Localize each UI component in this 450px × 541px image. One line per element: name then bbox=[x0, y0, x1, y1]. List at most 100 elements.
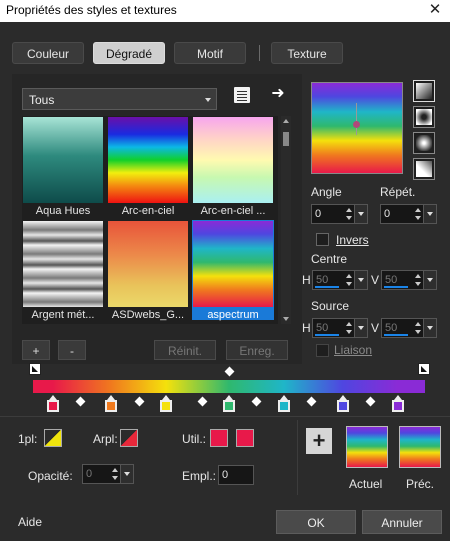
spin-down-icon[interactable] bbox=[112, 476, 118, 480]
repeat-spinner[interactable]: 0 bbox=[380, 204, 437, 224]
first-plan-swatch[interactable] bbox=[44, 429, 62, 447]
tab-couleur[interactable]: Couleur bbox=[12, 42, 84, 64]
divider bbox=[297, 420, 298, 495]
gradient-bar[interactable] bbox=[33, 380, 425, 393]
spin-down-icon[interactable] bbox=[346, 282, 352, 286]
color-stop[interactable] bbox=[336, 395, 350, 412]
centre-h-spinner[interactable]: 50 bbox=[312, 270, 368, 290]
spin-down-icon[interactable] bbox=[346, 216, 352, 220]
stop-color bbox=[393, 402, 402, 410]
add-gradient-button[interactable]: + bbox=[22, 340, 50, 360]
spin-down-icon[interactable] bbox=[346, 330, 352, 334]
centre-h-level bbox=[315, 286, 339, 288]
gradient-swatch bbox=[23, 221, 103, 307]
gradient-thumb-arc-en-ciel[interactable]: Arc-en-ciel bbox=[107, 116, 189, 217]
empl-value: 0 bbox=[222, 469, 229, 481]
color-stop[interactable] bbox=[104, 395, 118, 412]
spin-up-icon[interactable] bbox=[112, 468, 118, 472]
previous-swatch[interactable] bbox=[399, 426, 441, 468]
cancel-button[interactable]: Annuler bbox=[362, 510, 442, 534]
spin-down-icon[interactable] bbox=[415, 282, 421, 286]
dropdown-icon[interactable] bbox=[354, 205, 367, 223]
dropdown-icon[interactable] bbox=[423, 319, 436, 337]
arpl-swatch[interactable] bbox=[120, 429, 138, 447]
color-stop[interactable] bbox=[391, 395, 405, 412]
remove-gradient-button[interactable]: - bbox=[58, 340, 86, 360]
gradient-thumb-argent-metal[interactable]: Argent mét... bbox=[22, 220, 104, 321]
invert-label: Invers bbox=[336, 233, 369, 247]
gradient-grid: Aqua Hues Arc-en-ciel Arc-en-ciel ... Ar… bbox=[22, 116, 278, 324]
dropdown-icon[interactable] bbox=[354, 271, 367, 289]
help-link[interactable]: Aide bbox=[18, 515, 42, 529]
ok-button[interactable]: OK bbox=[276, 510, 356, 534]
color-stop[interactable] bbox=[277, 395, 291, 412]
spin-up-icon[interactable] bbox=[415, 274, 421, 278]
source-v-value: 50 bbox=[385, 322, 398, 334]
source-h-spinner[interactable]: 50 bbox=[312, 318, 368, 338]
spin-up-icon[interactable] bbox=[415, 322, 421, 326]
gradient-type-sunburst[interactable] bbox=[413, 158, 435, 180]
link-checkbox[interactable] bbox=[316, 344, 329, 357]
tab-motif[interactable]: Motif bbox=[174, 42, 246, 64]
scroll-up-icon[interactable] bbox=[283, 119, 289, 123]
stop-color bbox=[338, 402, 347, 410]
spin-up-icon[interactable] bbox=[346, 208, 352, 212]
source-v-spinner[interactable]: 50 bbox=[381, 318, 437, 338]
add-to-swatches-button[interactable]: + bbox=[306, 428, 332, 454]
save-button[interactable]: Enreg. bbox=[226, 340, 288, 360]
spin-up-icon[interactable] bbox=[346, 274, 352, 278]
util-color-swatch[interactable] bbox=[210, 429, 228, 447]
notes-icon[interactable] bbox=[234, 87, 250, 103]
tab-texture[interactable]: Texture bbox=[271, 42, 343, 64]
color-stop[interactable] bbox=[222, 395, 236, 412]
opacity-label: Opacité: bbox=[28, 469, 73, 483]
angle-spinner[interactable]: 0 bbox=[311, 204, 368, 224]
gradient-preview[interactable] bbox=[311, 82, 403, 174]
centre-v-spinner[interactable]: 50 bbox=[381, 270, 437, 290]
centre-h-label: H bbox=[302, 273, 311, 287]
source-v-label: V bbox=[371, 321, 380, 335]
gradient-thumb-arc-en-ciel-2[interactable]: Arc-en-ciel ... bbox=[192, 116, 274, 217]
linear-gradient-icon bbox=[416, 83, 432, 99]
angle-handle[interactable] bbox=[353, 121, 360, 128]
invert-checkbox[interactable] bbox=[316, 233, 329, 246]
centre-v-label: V bbox=[371, 273, 380, 287]
gradient-thumb-asdwebs[interactable]: ASDwebs_G... bbox=[107, 220, 189, 321]
reset-button[interactable]: Réinit. bbox=[154, 340, 216, 360]
gradient-type-linear[interactable] bbox=[413, 80, 435, 102]
scroll-down-icon[interactable] bbox=[283, 317, 289, 321]
current-swatch[interactable] bbox=[346, 426, 388, 468]
spin-up-icon[interactable] bbox=[346, 322, 352, 326]
empl-field[interactable]: 0 bbox=[218, 465, 254, 485]
dropdown-icon[interactable] bbox=[423, 205, 436, 223]
util-color-swatch-2[interactable] bbox=[236, 429, 254, 447]
color-stop[interactable] bbox=[46, 395, 60, 412]
gradient-type-rectangular[interactable] bbox=[413, 106, 435, 128]
opacity-spinner[interactable]: 0 bbox=[82, 464, 134, 484]
spin-up-icon[interactable] bbox=[415, 208, 421, 212]
opacity-start-marker[interactable] bbox=[29, 363, 41, 375]
close-icon[interactable]: ✕ bbox=[426, 1, 444, 19]
color-stop[interactable] bbox=[159, 395, 173, 412]
chevron-down-icon bbox=[205, 98, 211, 102]
gradient-scrollbar[interactable] bbox=[281, 116, 291, 324]
gradient-type-radial[interactable] bbox=[413, 132, 435, 154]
source-h-level bbox=[315, 334, 339, 336]
scroll-thumb[interactable] bbox=[283, 132, 289, 146]
gradient-label: Arc-en-ciel ... bbox=[200, 205, 266, 217]
arrow-right-icon[interactable]: ➜ bbox=[269, 85, 287, 103]
opacity-end-marker[interactable] bbox=[418, 363, 430, 375]
category-dropdown[interactable]: Tous bbox=[22, 88, 217, 110]
dropdown-icon[interactable] bbox=[354, 319, 367, 337]
tab-degrade[interactable]: Dégradé bbox=[93, 42, 165, 64]
spin-down-icon[interactable] bbox=[415, 216, 421, 220]
dropdown-icon[interactable] bbox=[120, 465, 133, 483]
stop-color bbox=[279, 402, 288, 410]
spin-down-icon[interactable] bbox=[415, 330, 421, 334]
opacity-value: 0 bbox=[86, 468, 93, 480]
source-v-level bbox=[384, 334, 408, 336]
gradient-thumb-aqua-hues[interactable]: Aqua Hues bbox=[22, 116, 104, 217]
dropdown-icon[interactable] bbox=[423, 271, 436, 289]
angle-needle[interactable] bbox=[356, 103, 357, 135]
gradient-thumb-aspectrum[interactable]: aspectrum bbox=[192, 220, 274, 321]
